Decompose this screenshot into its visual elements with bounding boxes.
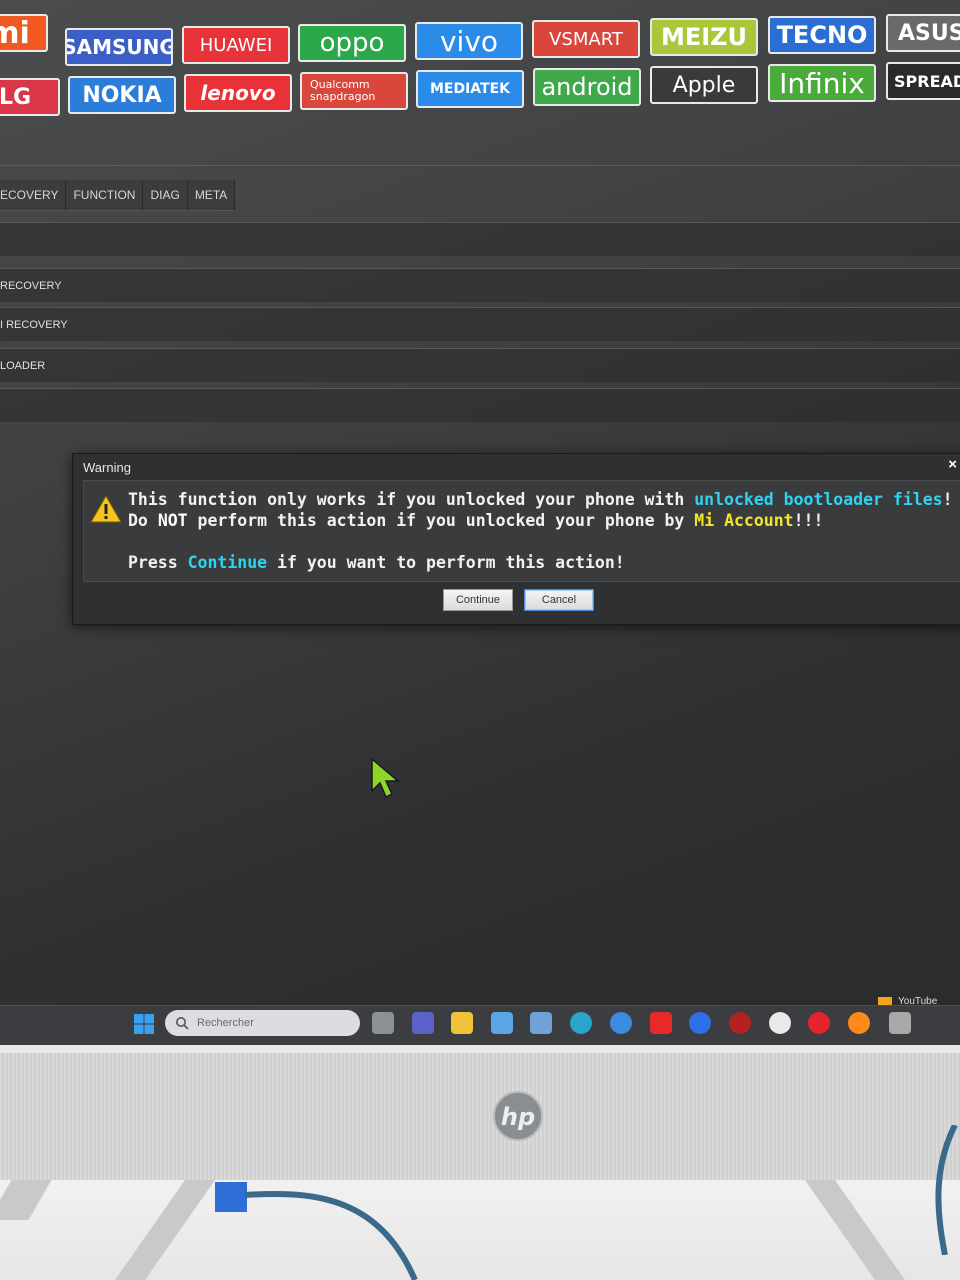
- store-icon[interactable]: [530, 1012, 552, 1034]
- brand-asus[interactable]: ASUS: [886, 14, 960, 52]
- brand-android[interactable]: android: [533, 68, 641, 106]
- tab-recovery[interactable]: ECOVERY: [0, 180, 67, 211]
- brand-huawei[interactable]: HUAWEI: [182, 26, 290, 64]
- brand-oppo[interactable]: oppo: [298, 24, 406, 62]
- cancel-button[interactable]: Cancel: [524, 589, 594, 611]
- windows-start-icon[interactable]: [133, 1013, 155, 1035]
- tab-diag[interactable]: DIAG: [143, 180, 188, 211]
- function-row-recovery[interactable]: RECOVERY: [0, 268, 960, 302]
- brand-mi[interactable]: mi: [0, 14, 48, 52]
- itunes-icon[interactable]: [769, 1012, 791, 1034]
- bezel-edge: [0, 1045, 960, 1053]
- teams-icon[interactable]: [412, 1012, 434, 1034]
- tool-icon[interactable]: [889, 1012, 911, 1034]
- taskbar-search-input[interactable]: Rechercher: [165, 1010, 360, 1036]
- warning-icon: [90, 495, 122, 523]
- firefox-icon[interactable]: [848, 1012, 870, 1034]
- row-label: RECOVERY: [0, 280, 62, 292]
- search-placeholder: Rechercher: [197, 1017, 254, 1029]
- windows-taskbar: Rechercher: [0, 1005, 960, 1045]
- dialog-message-box: This function only works if you unlocked…: [83, 480, 960, 582]
- brand-lg[interactable]: LG: [0, 78, 60, 116]
- monitor-screen: mi SAMSUNG HUAWEI oppo vivo VSMART MEIZU…: [0, 0, 960, 1045]
- facebook-icon[interactable]: [689, 1012, 711, 1034]
- function-row-loader[interactable]: LOADER: [0, 348, 960, 382]
- brand-mediatek[interactable]: MEDIATEK: [416, 70, 524, 108]
- brand-meizu[interactable]: MEIZU: [650, 18, 758, 56]
- task-view-icon[interactable]: [372, 1012, 394, 1034]
- brand-samsung[interactable]: SAMSUNG: [65, 28, 173, 66]
- brand-qualcomm-snapdragon[interactable]: Qualcomm snapdragon: [300, 72, 408, 110]
- continue-button[interactable]: Continue: [443, 589, 513, 611]
- brand-vivo[interactable]: vivo: [415, 22, 523, 60]
- divider: [0, 165, 960, 166]
- tab-function[interactable]: FUNCTION: [66, 180, 144, 211]
- youtube-app-icon[interactable]: [650, 1012, 672, 1034]
- warning-message: This function only works if you unlocked…: [128, 490, 953, 572]
- mylp-icon[interactable]: [491, 1012, 513, 1034]
- brand-nokia[interactable]: NOKIA: [68, 76, 176, 114]
- monitor-bezel: [0, 1045, 960, 1180]
- mouse-cursor-icon: [371, 757, 401, 799]
- edge-icon[interactable]: [570, 1012, 592, 1034]
- brand-tecno[interactable]: TECNO: [768, 16, 876, 54]
- opera-icon[interactable]: [729, 1012, 751, 1034]
- chrome-icon[interactable]: [610, 1012, 632, 1034]
- brand-vsmart[interactable]: VSMART: [532, 20, 640, 58]
- brand-lenovo[interactable]: lenovo: [184, 74, 292, 112]
- function-tabs: ECOVERY FUNCTION DIAG META: [0, 180, 236, 211]
- warning-dialog: Warning × This function only works if yo…: [72, 453, 960, 625]
- file-explorer-icon[interactable]: [451, 1012, 473, 1034]
- function-row-mi-recovery[interactable]: I RECOVERY: [0, 307, 960, 341]
- close-icon[interactable]: ×: [948, 456, 957, 473]
- row-label: LOADER: [0, 360, 46, 372]
- side-cable: [935, 1125, 958, 1255]
- row-label: I RECOVERY: [0, 319, 68, 331]
- brand-apple[interactable]: Apple: [650, 66, 758, 104]
- search-icon: [176, 1017, 189, 1030]
- opera-gx-icon[interactable]: [808, 1012, 830, 1034]
- tab-meta[interactable]: META: [187, 180, 236, 211]
- brand-infinix[interactable]: Infinix: [768, 64, 876, 102]
- brand-spreadtrum[interactable]: SPREADTR: [886, 62, 960, 100]
- empty-row: [0, 222, 960, 256]
- usb-cable: [215, 1182, 418, 1280]
- svg-text:hp: hp: [501, 1103, 535, 1131]
- hp-logo-icon: hp: [493, 1091, 543, 1141]
- empty-row: [0, 388, 960, 422]
- dialog-title: Warning: [83, 460, 131, 475]
